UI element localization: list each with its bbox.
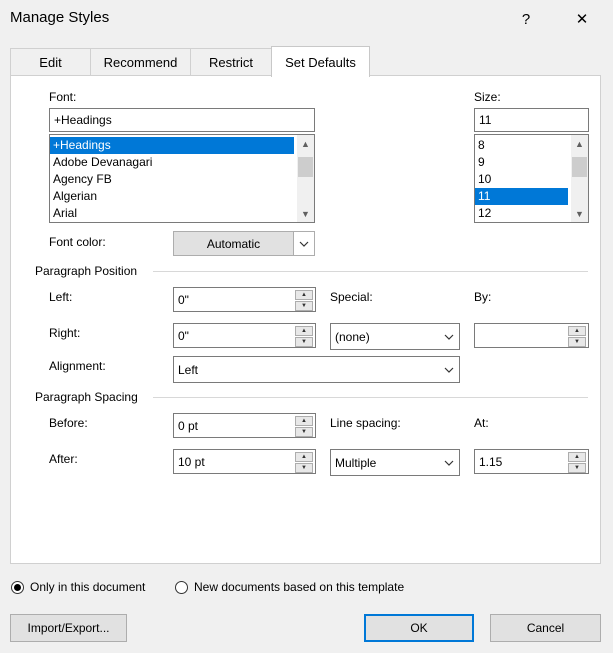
import-export-button[interactable]: Import/Export... (10, 614, 127, 642)
chevron-up-icon[interactable]: ▲ (571, 135, 588, 152)
font-color-label: Font color: (49, 235, 106, 249)
group-divider (153, 397, 588, 398)
chevron-down-icon (438, 450, 459, 475)
list-item[interactable]: Arial (50, 205, 314, 222)
right-indent-value: 0" (178, 328, 189, 343)
right-indent-spinner[interactable]: ▲ ▼ (295, 326, 313, 347)
tab-label: Restrict (208, 54, 254, 70)
chevron-up-icon[interactable]: ▲ (297, 135, 314, 152)
right-indent-label: Right: (49, 326, 81, 340)
chevron-down-icon[interactable]: ▼ (571, 205, 588, 222)
line-spacing-value: Multiple (335, 455, 377, 470)
font-label: Font: (49, 90, 77, 104)
spin-up-icon[interactable]: ▲ (568, 326, 586, 336)
tab-set-defaults[interactable]: Set Defaults (271, 46, 370, 77)
tab-edit[interactable]: Edit (10, 48, 91, 75)
tab-restrict[interactable]: Restrict (190, 48, 272, 75)
radio-button[interactable] (175, 580, 188, 594)
group-divider (153, 271, 588, 272)
alignment-dropdown[interactable]: Left (173, 356, 460, 383)
spin-down-icon[interactable]: ▼ (568, 463, 586, 473)
space-after-input[interactable]: 10 pt ▲ ▼ (173, 449, 316, 474)
at-input[interactable]: 1.15 ▲ ▼ (474, 449, 589, 474)
paragraph-position-heading: Paragraph Position (35, 264, 138, 278)
size-input[interactable]: 11 (474, 108, 589, 132)
alignment-value: Left (178, 362, 199, 377)
font-list-scrollbar[interactable]: ▲ ▼ (297, 135, 314, 222)
at-label: At: (474, 416, 489, 430)
list-item[interactable]: 11 (475, 188, 568, 205)
paragraph-spacing-heading: Paragraph Spacing (35, 390, 138, 404)
cancel-button[interactable]: Cancel (490, 614, 601, 642)
space-before-label: Before: (49, 416, 88, 430)
right-indent-input[interactable]: 0" ▲ ▼ (173, 323, 316, 348)
special-label: Special: (330, 290, 373, 304)
font-color-value: Automatic (206, 236, 261, 251)
spin-up-icon[interactable]: ▲ (295, 326, 313, 336)
radio-only-this-document[interactable]: Only in this document (11, 580, 145, 594)
tab-recommend[interactable]: Recommend (90, 48, 191, 75)
space-after-value: 10 pt (178, 454, 205, 469)
left-indent-value: 0" (178, 292, 189, 307)
tab-label: Recommend (103, 54, 178, 70)
ok-button[interactable]: OK (364, 614, 474, 642)
by-spinner[interactable]: ▲ ▼ (568, 326, 586, 347)
scroll-thumb[interactable] (298, 157, 313, 177)
left-indent-label: Left: (49, 290, 73, 304)
window-title: Manage Styles (10, 9, 110, 26)
by-label: By: (474, 290, 492, 304)
spin-up-icon[interactable]: ▲ (295, 290, 313, 300)
help-button[interactable]: ? (503, 0, 549, 38)
radio-label: New documents based on this template (194, 580, 405, 594)
space-after-label: After: (49, 452, 78, 466)
left-indent-input[interactable]: 0" ▲ ▼ (173, 287, 316, 312)
font-input[interactable]: +Headings (49, 108, 315, 132)
size-list[interactable]: 8 9 10 11 12 ▲ ▼ (474, 134, 589, 223)
spin-up-icon[interactable]: ▲ (568, 452, 586, 462)
space-before-value: 0 pt (178, 418, 199, 433)
radio-button[interactable] (11, 580, 24, 594)
list-item[interactable]: Adobe Devanagari (50, 154, 314, 171)
chevron-down-icon (438, 324, 459, 349)
special-value: (none) (335, 329, 370, 344)
close-icon: ✕ (575, 11, 589, 28)
list-item[interactable]: Algerian (50, 188, 314, 205)
list-item[interactable]: Agency FB (50, 171, 314, 188)
spin-down-icon[interactable]: ▼ (295, 301, 313, 311)
left-indent-spinner[interactable]: ▲ ▼ (295, 290, 313, 311)
font-list[interactable]: +Headings Adobe Devanagari Agency FB Alg… (49, 134, 315, 223)
chevron-down-icon[interactable]: ▼ (297, 205, 314, 222)
space-before-spinner[interactable]: ▲ ▼ (295, 416, 313, 437)
radio-label: Only in this document (30, 580, 146, 594)
size-label: Size: (474, 90, 501, 104)
chevron-down-icon (293, 232, 314, 255)
by-input[interactable]: ▲ ▼ (474, 323, 589, 348)
spin-down-icon[interactable]: ▼ (295, 463, 313, 473)
alignment-label: Alignment: (49, 359, 106, 373)
line-spacing-label: Line spacing: (330, 416, 401, 430)
at-spinner[interactable]: ▲ ▼ (568, 452, 586, 473)
spin-up-icon[interactable]: ▲ (295, 416, 313, 426)
tab-label: Set Defaults (285, 54, 356, 70)
close-button[interactable]: ✕ (559, 0, 605, 38)
tab-label: Edit (39, 54, 62, 70)
list-item[interactable]: +Headings (50, 137, 294, 154)
scroll-thumb[interactable] (572, 157, 587, 177)
chevron-down-icon (438, 357, 459, 382)
spin-up-icon[interactable]: ▲ (295, 452, 313, 462)
spin-down-icon[interactable]: ▼ (295, 337, 313, 347)
font-color-dropdown[interactable]: Automatic (173, 231, 315, 256)
radio-new-documents-template[interactable]: New documents based on this template (175, 580, 404, 594)
at-value: 1.15 (479, 454, 503, 469)
spin-down-icon[interactable]: ▼ (295, 427, 313, 437)
space-after-spinner[interactable]: ▲ ▼ (295, 452, 313, 473)
spin-down-icon[interactable]: ▼ (568, 337, 586, 347)
special-dropdown[interactable]: (none) (330, 323, 460, 350)
size-list-scrollbar[interactable]: ▲ ▼ (571, 135, 588, 222)
line-spacing-dropdown[interactable]: Multiple (330, 449, 460, 476)
space-before-input[interactable]: 0 pt ▲ ▼ (173, 413, 316, 438)
